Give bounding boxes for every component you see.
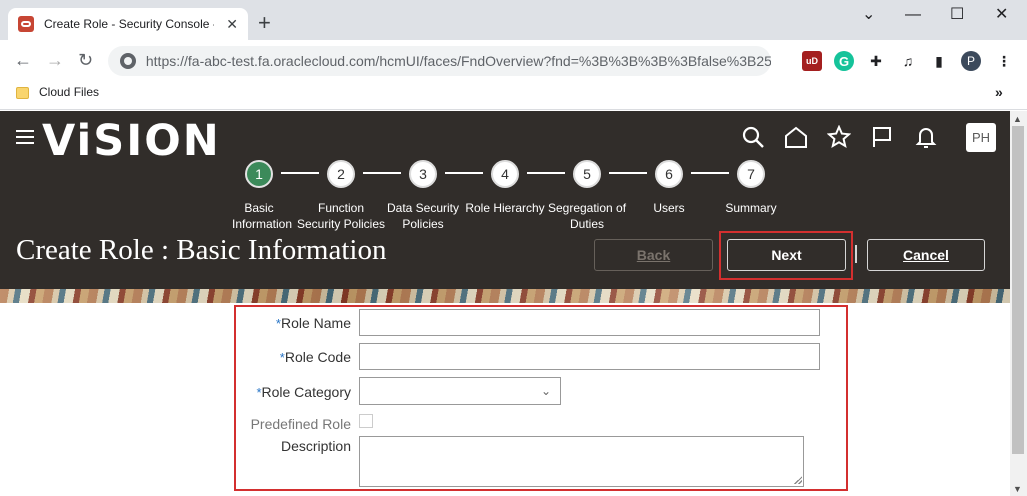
favorites-star-icon[interactable]: [827, 125, 851, 149]
more-menu-icon[interactable]: ⋮: [994, 51, 1014, 71]
close-window-icon[interactable]: ✕: [995, 6, 1008, 24]
page-title: Create Role : Basic Information: [16, 234, 387, 266]
user-avatar[interactable]: PH: [966, 123, 996, 152]
vision-logo[interactable]: ViSION: [42, 116, 221, 166]
flag-icon[interactable]: [870, 125, 894, 149]
train-stop-2[interactable]: 2: [327, 160, 355, 188]
maximize-icon[interactable]: ☐: [950, 6, 964, 24]
description-textarea[interactable]: [359, 436, 804, 487]
scroll-down-icon[interactable]: ▼: [1013, 484, 1022, 494]
extensions-puzzle-icon[interactable]: ✚: [866, 51, 886, 71]
new-tab-icon[interactable]: +: [258, 12, 271, 34]
reload-icon[interactable]: ↻: [78, 50, 93, 70]
bookmark-cloud-files[interactable]: Cloud Files: [39, 85, 99, 99]
media-control-icon[interactable]: ♫: [898, 51, 918, 71]
train-connector: [445, 172, 483, 174]
notifications-bell-icon[interactable]: [914, 125, 938, 149]
home-icon[interactable]: [784, 125, 808, 149]
search-icon[interactable]: [741, 125, 765, 149]
profile-avatar[interactable]: P: [961, 51, 981, 71]
tab-title: Create Role - Security Console - O: [44, 17, 214, 31]
scroll-up-icon[interactable]: ▲: [1013, 114, 1022, 124]
description-label: Description: [280, 438, 351, 454]
train-stop-3[interactable]: 3: [409, 160, 437, 188]
chevron-down-icon[interactable]: ⌄: [541, 384, 551, 398]
train-connector: [281, 172, 319, 174]
close-tab-icon[interactable]: ✕: [226, 16, 238, 33]
chevron-down-icon[interactable]: ⌄: [862, 6, 875, 24]
button-divider: [855, 245, 857, 263]
back-arrow-icon[interactable]: ←: [14, 50, 32, 70]
role-category-select[interactable]: [359, 377, 561, 405]
hamburger-menu-icon[interactable]: [16, 130, 34, 146]
role-code-input[interactable]: [359, 343, 820, 370]
resize-handle-icon[interactable]: [794, 476, 802, 484]
train-label-summary[interactable]: Summary: [696, 200, 806, 216]
ublock-extension-icon[interactable]: uD: [802, 51, 822, 71]
train-stop-6[interactable]: 6: [655, 160, 683, 188]
browser-tab[interactable]: Create Role - Security Console - O ✕: [8, 8, 248, 40]
predefined-role-checkbox: [359, 414, 373, 428]
train-connector: [609, 172, 647, 174]
train-connector: [363, 172, 401, 174]
bookmarks-overflow-icon[interactable]: »: [995, 84, 1003, 100]
side-panel-icon[interactable]: ▮: [929, 51, 949, 71]
train-stop-5[interactable]: 5: [573, 160, 601, 188]
role-category-label: *Role Category: [256, 384, 351, 400]
grammarly-extension-icon[interactable]: G: [834, 51, 854, 71]
site-info-icon[interactable]: [120, 53, 136, 69]
next-button[interactable]: Next: [727, 239, 846, 271]
cancel-button[interactable]: Cancel: [867, 239, 985, 271]
address-bar[interactable]: https://fa-abc-test.fa.oraclecloud.com/h…: [108, 46, 771, 76]
role-name-label: *Role Name: [275, 315, 351, 331]
train-stop-4[interactable]: 4: [491, 160, 519, 188]
predefined-role-label: Predefined Role: [250, 416, 351, 432]
back-button[interactable]: Back: [594, 239, 713, 271]
url-text: https://fa-abc-test.fa.oraclecloud.com/h…: [145, 53, 771, 69]
train-stop-7[interactable]: 7: [737, 160, 765, 188]
train-connector: [527, 172, 565, 174]
minimize-icon[interactable]: —: [905, 6, 921, 24]
forward-arrow-icon[interactable]: →: [46, 50, 64, 70]
scrollbar-thumb[interactable]: [1012, 126, 1024, 454]
folder-icon: [16, 87, 29, 99]
role-code-label: *Role Code: [279, 349, 351, 365]
train-connector: [691, 172, 729, 174]
role-name-input[interactable]: [359, 309, 820, 336]
oracle-favicon-icon: [18, 16, 34, 32]
train-stop-1[interactable]: 1: [245, 160, 273, 188]
bookmarks-bar: [0, 80, 1027, 110]
